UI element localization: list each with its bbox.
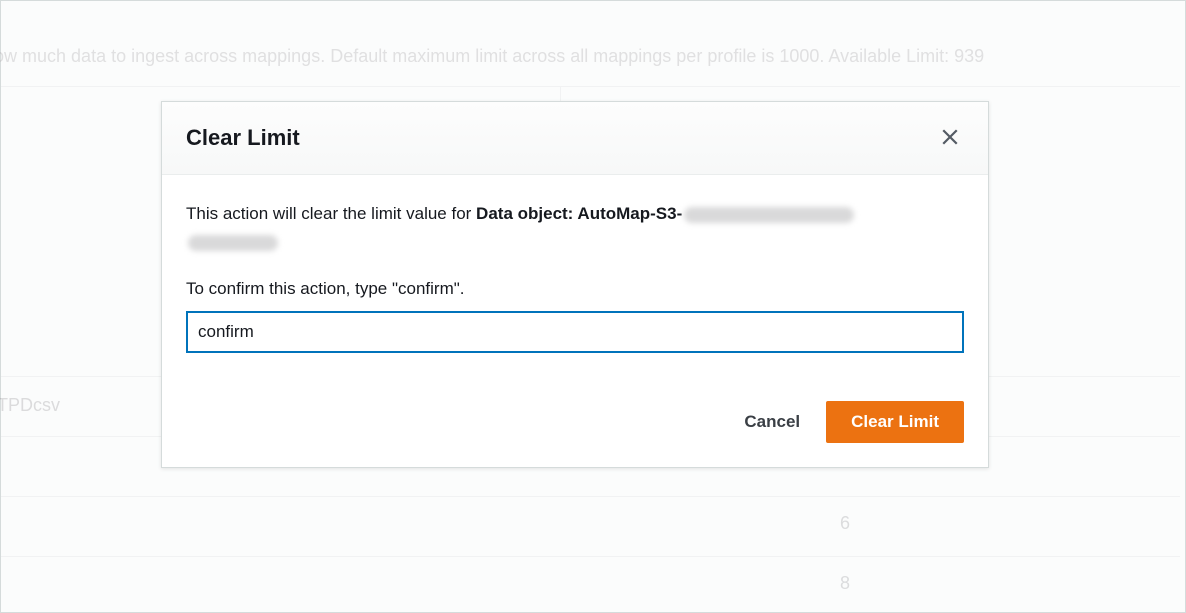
close-button[interactable] xyxy=(936,124,964,152)
modal-message: This action will clear the limit value f… xyxy=(186,201,964,251)
cancel-button[interactable]: Cancel xyxy=(738,402,806,442)
confirm-instructions: To confirm this action, type "confirm". xyxy=(186,279,964,299)
close-icon xyxy=(941,128,959,149)
modal-object-label: Data object: AutoMap-S3- xyxy=(476,204,682,223)
page-viewport: tize how much data to ingest across mapp… xyxy=(0,0,1186,613)
clear-limit-button[interactable]: Clear Limit xyxy=(826,401,964,443)
redacted-text xyxy=(188,235,278,251)
redacted-text xyxy=(684,207,854,223)
modal-body: This action will clear the limit value f… xyxy=(162,175,988,381)
modal-title: Clear Limit xyxy=(186,125,300,151)
modal-message-prefix: This action will clear the limit value f… xyxy=(186,204,476,223)
modal-footer: Cancel Clear Limit xyxy=(162,381,988,467)
modal-header: Clear Limit xyxy=(162,102,988,175)
clear-limit-modal: Clear Limit This action will clear the l… xyxy=(161,101,989,468)
confirm-input[interactable] xyxy=(186,311,964,353)
